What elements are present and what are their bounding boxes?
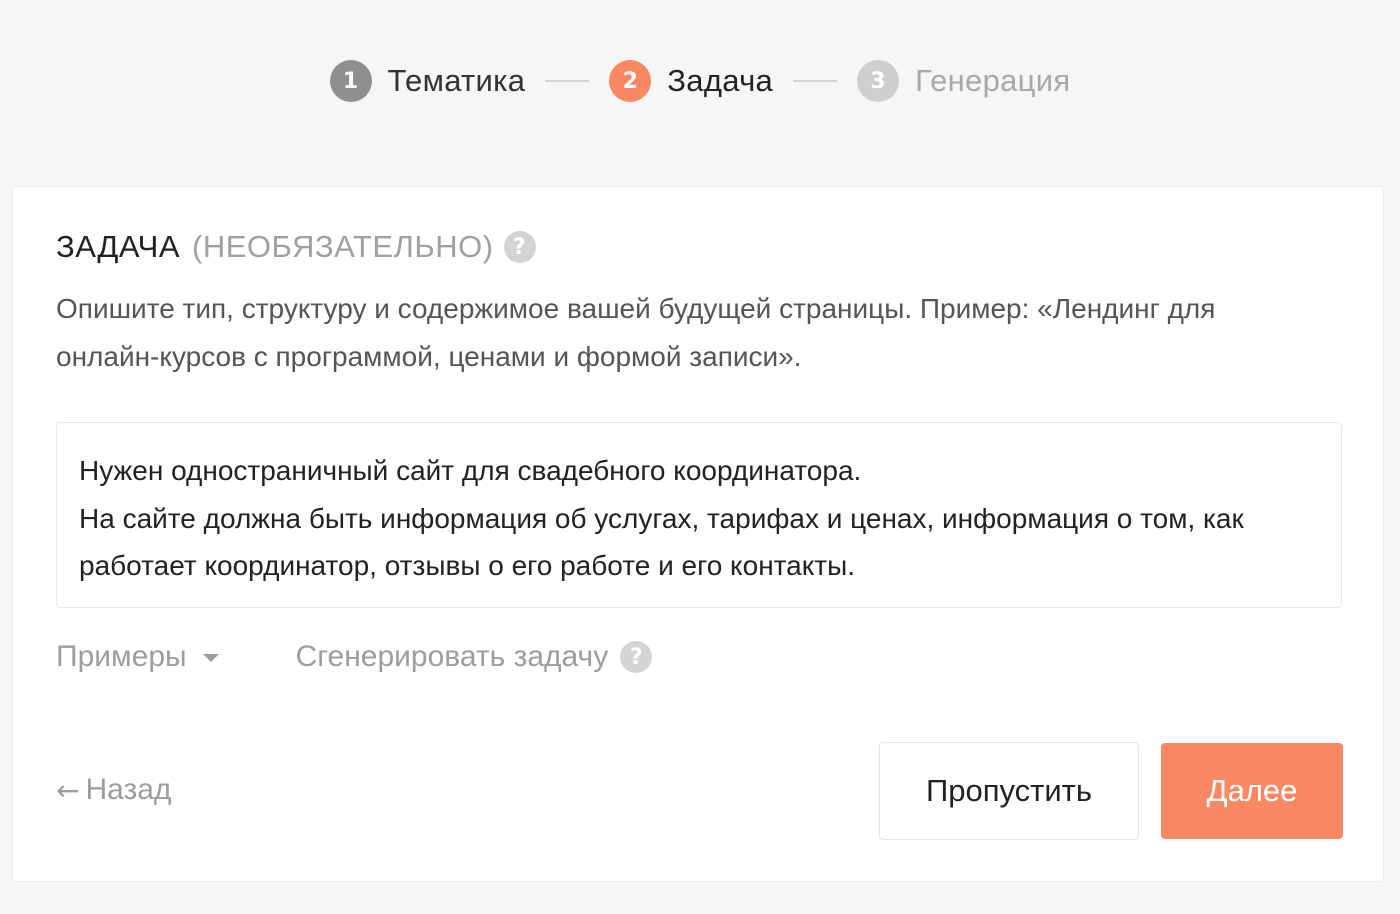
step-number-badge: 2 [609,60,652,102]
next-button[interactable]: Далее [1161,743,1343,839]
generate-task-label: Сгенерировать задачу [295,640,609,673]
step-label: Тематика [387,63,526,98]
description-line: онлайн-курсов с программой, ценами и фор… [56,341,802,372]
step-label: Генерация [915,63,1071,98]
step-number-badge: 1 [329,60,372,102]
step-generation: 3 Генерация [857,60,1070,102]
question-circle-icon[interactable]: ? [503,231,536,263]
step-number-badge: 3 [857,60,900,102]
section-description: Опишите тип, структуру и содержимое ваше… [56,285,1326,381]
back-label: Назад [85,773,172,806]
skip-button[interactable]: Пропустить [879,742,1139,840]
task-text-line: работает координатор, отзывы о его работ… [79,550,856,581]
arrow-left-icon: ← [56,773,80,807]
examples-label: Примеры [56,640,187,673]
step-label: Задача [667,63,774,98]
step-connector [545,80,590,82]
back-link[interactable]: ← Назад [56,773,171,807]
task-helpers: Примеры Сгенерировать задачу ? [56,637,653,677]
section-title-optional: (НЕОБЯЗАТЕЛЬНО) [192,229,494,264]
task-text-line: Нужен одностраничный сайт для свадебного… [79,455,862,486]
task-card: ЗАДАЧА (НЕОБЯЗАТЕЛЬНО) ? Опишите тип, ст… [12,186,1384,882]
step-topic[interactable]: 1 Тематика [329,60,526,102]
task-textarea[interactable]: Нужен одностраничный сайт для свадебного… [56,422,1342,608]
question-circle-icon[interactable]: ? [620,641,653,673]
section-title-main: ЗАДАЧА [56,229,181,264]
examples-dropdown[interactable]: Примеры [56,640,219,674]
caret-down-icon [202,654,219,662]
step-connector [793,80,838,82]
description-line: Опишите тип, структуру и содержимое ваше… [56,293,1216,324]
task-text-line: На сайте должна быть информация об услуг… [79,502,1244,534]
generate-task-link[interactable]: Сгенерировать задачу ? [296,640,653,674]
progress-stepper: 1 Тематика 2 Задача 3 Генерация [0,56,1400,106]
step-task: 2 Задача [609,60,773,102]
section-title: ЗАДАЧА (НЕОБЯЗАТЕЛЬНО) ? [56,229,536,265]
